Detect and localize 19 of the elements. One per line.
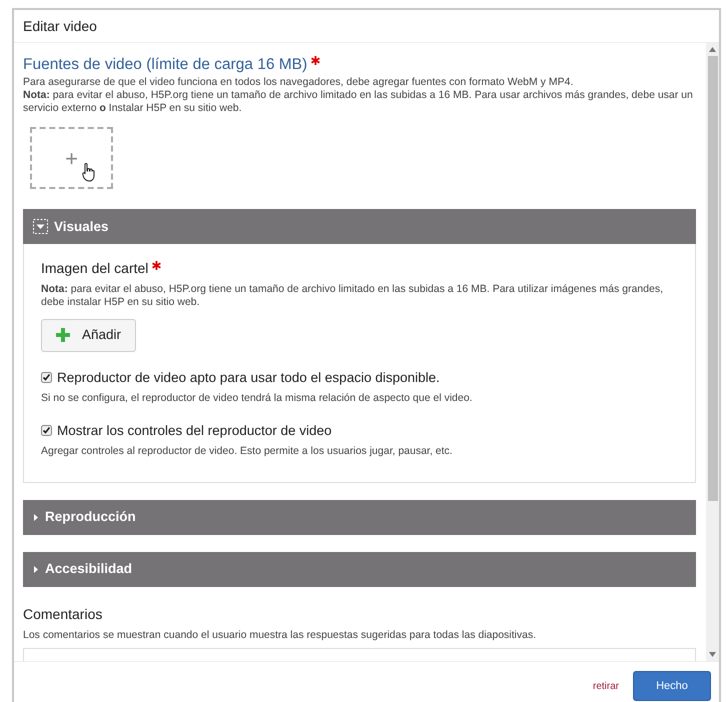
checkbox-label: Reproductor de video apto para usar todo el espacio disponible. <box>57 368 440 387</box>
cancel-link[interactable]: retirar <box>592 678 619 694</box>
field-note: Nota: para evitar el abuso, H5P.org tiene un tamaño de archivo limitado en las subidas a 16 MB. Para usar archivos más grandes, debe usar un servicio externo o Instalar H5P en su sitio web. <box>23 89 694 116</box>
upload-box[interactable]: + <box>30 127 113 190</box>
section-header[interactable]: Visuales <box>23 209 696 244</box>
field-label: Comentarios <box>23 605 104 624</box>
section-header[interactable]: Reproducción <box>23 500 696 535</box>
field-description: Para asegurarse de que el video funciona en todos los navegadores, debe agregar fuentes con formato WebM y MP4. <box>23 76 574 90</box>
add-button[interactable]: Añadir <box>41 319 136 352</box>
checkbox-label: Mostrar los controles del reproductor de video <box>57 422 332 440</box>
dialog-title: Editar video <box>23 16 97 36</box>
field-label: Fuentes de video (límite de carga 16 MB) <box>23 56 308 73</box>
field-note: Nota: para evitar el abuso, H5P.org tiene un tamaño de archivo limitado en las subidas a 16 MB. Para utilizar imágenes más grandes, debe instalar H5P en su sitio web. <box>41 283 664 310</box>
done-button[interactable]: Hecho <box>633 671 711 701</box>
field-description: Los comentarios se muestran cuando el usuario muestra las respuestas sugeridas para todas las diapositivas. <box>23 629 538 642</box>
field-description: Si no se configura, el reproductor de video tendrá la misma relación de aspecto que el video. <box>41 392 474 405</box>
field-description: Agregar controles al reproductor de video. Esto permite a los usuarios jugar, pausar, etc. <box>41 445 454 458</box>
field-label: Imagen del cartel <box>41 260 148 276</box>
section-header[interactable]: Accesibilidad <box>23 552 696 587</box>
